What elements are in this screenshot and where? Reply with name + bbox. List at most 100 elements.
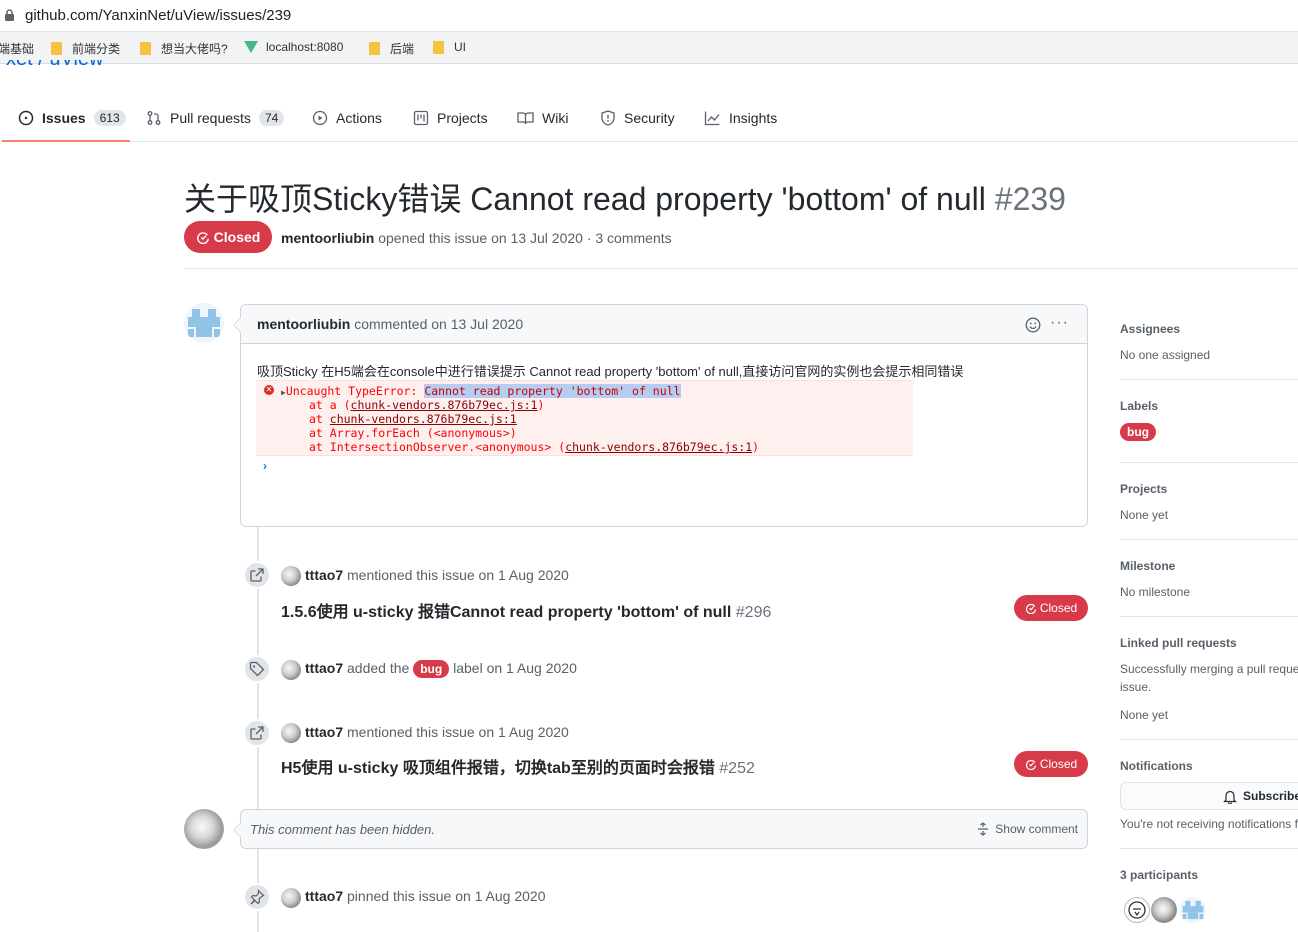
tttao7-avatar[interactable] — [281, 888, 301, 908]
projects-value: None yet — [1120, 508, 1169, 522]
tttao7-avatar[interactable] — [184, 809, 224, 849]
kebab-menu-button[interactable]: ··· — [1050, 314, 1069, 332]
issue-closed-icon — [196, 232, 209, 244]
linked-prs-note-2: issue. — [1120, 680, 1152, 694]
project-icon — [413, 110, 429, 126]
notifications-heading: Notifications — [1120, 759, 1193, 773]
tttao7-avatar[interactable] — [281, 660, 301, 680]
tab-pull-requests[interactable]: Pull requests 74 — [146, 106, 285, 130]
bell-icon — [1223, 790, 1237, 804]
comment-author-link[interactable]: mentoorliubin — [257, 316, 350, 332]
issue-opened-icon — [18, 110, 34, 126]
participants-heading: 3 participants — [1120, 868, 1199, 882]
labels-heading[interactable]: Labels — [1120, 399, 1158, 413]
header-divider — [184, 268, 1298, 269]
participant-avatar[interactable] — [1180, 897, 1206, 923]
bookmark-frontend-category[interactable]: 前端分类 — [51, 40, 120, 57]
tab-security[interactable]: Security — [600, 106, 675, 130]
console-prompt-icon: › — [263, 459, 267, 473]
tab-wiki[interactable]: Wiki — [517, 106, 568, 130]
timeline-badge — [243, 655, 271, 683]
cross-reference-icon — [250, 568, 264, 582]
author-avatar[interactable] — [184, 303, 224, 343]
linked-prs-value: None yet — [1120, 708, 1169, 722]
referenced-issue-link[interactable]: H5使用 u-sticky 吸顶组件报错，切换tab至别的页面时会报错 #252 — [281, 754, 755, 778]
issue-author-link[interactable]: mentoorliubin — [281, 230, 374, 246]
projects-heading[interactable]: Projects — [1120, 482, 1167, 496]
issue-comment: mentoorliubin commented on 13 Jul 2020 ·… — [233, 304, 1088, 527]
folder-icon — [433, 40, 444, 54]
issues-counter: 613 — [93, 110, 126, 126]
tag-icon — [249, 661, 265, 677]
issue-meta: mentoorliubin opened this issue on 13 Ju… — [281, 230, 672, 246]
referenced-issue-link[interactable]: 1.5.6使用 u-sticky 报错Cannot read property … — [281, 598, 771, 622]
active-tab-indicator — [2, 140, 130, 142]
notifications-note: You're not receiving notifications f — [1120, 817, 1298, 831]
repo-nav: Issues 613 Pull requests 74 Actions Proj… — [0, 96, 1298, 142]
tab-issues[interactable]: Issues 613 — [18, 106, 126, 130]
linked-prs-note: Successfully merging a pull reque — [1120, 662, 1298, 676]
bookmark-localhost[interactable]: localhost:8080 — [244, 40, 343, 54]
tab-actions[interactable]: Actions — [312, 106, 382, 130]
event-actor-link[interactable]: tttao7 — [305, 888, 343, 904]
tab-insights[interactable]: Insights — [704, 106, 777, 130]
timeline-badge — [243, 883, 271, 911]
hidden-comment: This comment has been hidden. Show comme… — [233, 809, 1088, 849]
error-icon: ✕ — [264, 385, 274, 395]
console-error-screenshot: ✕ ▶Uncaught TypeError: Cannot read prope… — [256, 380, 913, 456]
bookmark-frontend-basics[interactable]: 端基础 — [0, 40, 34, 57]
subscribe-button[interactable]: Subscribe — [1120, 782, 1298, 810]
participant-avatar[interactable] — [1151, 897, 1177, 923]
bookmarks-bar: 端基础 前端分类 想当大佬吗? localhost:8080 后端 UI — [0, 32, 1298, 64]
referenced-issue-state: Closed — [1014, 751, 1088, 777]
event-actor-link[interactable]: tttao7 — [305, 660, 343, 676]
smiley-icon[interactable] — [1025, 317, 1041, 333]
bug-label[interactable]: bug — [413, 660, 450, 679]
hidden-comment-text: This comment has been hidden. — [250, 822, 435, 837]
assignees-heading[interactable]: Assignees — [1120, 322, 1180, 336]
linked-prs-heading: Linked pull requests — [1120, 636, 1237, 650]
tttao7-avatar[interactable] — [281, 566, 301, 586]
milestone-heading[interactable]: Milestone — [1120, 559, 1175, 573]
graph-icon — [704, 111, 720, 126]
bookmark-want-to-be-expert[interactable]: 想当大佬吗? — [140, 40, 228, 57]
issue-title: 关于吸顶Sticky错误 Cannot read property 'botto… — [184, 181, 1066, 217]
identicon-avatar — [184, 303, 224, 343]
folder-icon — [369, 42, 380, 55]
timeline-event-pinned: tttao7 pinned this issue on 1 Aug 2020 — [305, 888, 546, 904]
comment-body: 吸顶Sticky 在H5端会在console中进行错误提示 Cannot rea… — [257, 364, 964, 379]
show-comment-button[interactable]: Show comment — [977, 822, 1078, 836]
participant-avatar[interactable] — [1124, 897, 1150, 923]
cross-reference-icon — [250, 726, 264, 740]
issue-closed-icon — [1025, 759, 1036, 770]
milestone-value: No milestone — [1120, 585, 1191, 599]
lock-icon — [5, 9, 14, 21]
bookmark-ui[interactable]: UI — [433, 40, 466, 54]
bug-label[interactable]: bug — [1120, 423, 1156, 441]
issue-closed-icon — [1025, 603, 1036, 614]
assignees-value: No one assigned — [1120, 348, 1211, 362]
tttao7-avatar[interactable] — [281, 723, 301, 743]
address-bar[interactable]: github.com/YanxinNet/uView/issues/239 — [0, 0, 1298, 32]
pull-request-icon — [147, 111, 161, 125]
bookmark-backend[interactable]: 后端 — [369, 40, 414, 57]
tab-projects[interactable]: Projects — [413, 106, 488, 130]
url-text[interactable]: github.com/YanxinNet/uView/issues/239 — [25, 7, 291, 24]
pin-icon — [250, 889, 265, 905]
pulls-counter: 74 — [258, 110, 285, 126]
event-actor-link[interactable]: tttao7 — [305, 567, 343, 583]
repo-title-peek: xet / uView — [6, 60, 106, 68]
timeline-badge — [243, 719, 271, 747]
play-icon — [312, 110, 328, 126]
book-icon — [517, 112, 534, 125]
timeline-event-mention: tttao7 mentioned this issue on 1 Aug 202… — [305, 567, 569, 583]
identicon-avatar — [1182, 900, 1204, 920]
event-actor-link[interactable]: tttao7 — [305, 724, 343, 740]
vue-logo-icon — [244, 41, 258, 53]
shield-icon — [601, 110, 615, 126]
sketch-avatar — [1128, 901, 1146, 919]
comment-header: mentoorliubin commented on 13 Jul 2020 ·… — [241, 305, 1087, 344]
referenced-issue-state: Closed — [1014, 595, 1088, 621]
issue-state-badge: Closed — [184, 221, 272, 253]
timeline-event-label: tttao7 added the bug label on 1 Aug 2020 — [305, 660, 577, 679]
